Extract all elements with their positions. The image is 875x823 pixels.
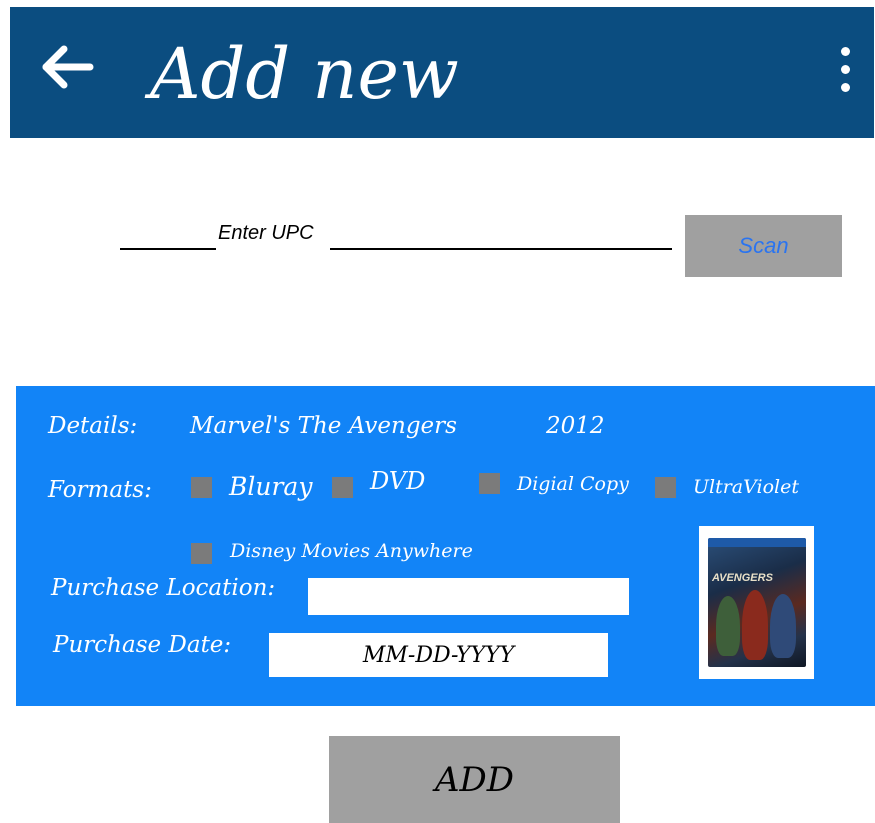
cover-band — [708, 538, 806, 547]
purchase-date-input[interactable]: MM-DD-YYYY — [269, 633, 608, 677]
cover-figure-3 — [770, 594, 796, 658]
format-label-disney-movies-anywhere: Disney Movies Anywhere — [230, 540, 473, 562]
cover-figure-2 — [742, 590, 768, 660]
movie-cover-frame: AVENGERS — [699, 526, 814, 679]
format-label-digital-copy: Digial Copy — [517, 473, 629, 495]
checkbox-dvd[interactable] — [332, 477, 353, 498]
checkbox-bluray[interactable] — [191, 477, 212, 498]
scan-button[interactable]: Scan — [685, 215, 842, 277]
page-title: Add new — [150, 33, 459, 115]
format-label-bluray: Bluray — [229, 472, 313, 501]
format-label-ultraviolet: UltraViolet — [693, 476, 799, 498]
cover-title-text: AVENGERS — [712, 572, 773, 584]
movie-cover-image: AVENGERS — [708, 538, 806, 667]
checkbox-disney-movies-anywhere[interactable] — [191, 543, 212, 564]
details-label: Details: — [48, 413, 138, 439]
more-options-button[interactable] — [830, 47, 860, 113]
more-vertical-icon — [830, 47, 860, 92]
upc-underline-right — [330, 248, 672, 250]
app-bar: Add new — [10, 7, 874, 138]
arrow-left-icon — [42, 45, 94, 89]
purchase-date-label: Purchase Date: — [53, 632, 232, 658]
formats-label: Formats: — [48, 477, 152, 503]
details-panel: Details: Marvel's The Avengers 2012 Form… — [16, 386, 875, 706]
checkbox-digital-copy[interactable] — [479, 473, 500, 494]
purchase-location-label: Purchase Location: — [51, 575, 276, 601]
add-button[interactable]: ADD — [329, 736, 620, 823]
checkbox-ultraviolet[interactable] — [655, 477, 676, 498]
movie-title: Marvel's The Avengers — [190, 413, 457, 439]
upc-field[interactable]: Enter UPC — [120, 222, 672, 252]
purchase-location-input[interactable] — [308, 578, 629, 615]
cover-figure-1 — [716, 596, 740, 656]
format-label-dvd: DVD — [370, 467, 426, 495]
movie-year: 2012 — [546, 413, 605, 439]
back-button[interactable] — [38, 37, 98, 97]
upc-underline-left — [120, 248, 216, 250]
upc-placeholder: Enter UPC — [218, 222, 314, 244]
